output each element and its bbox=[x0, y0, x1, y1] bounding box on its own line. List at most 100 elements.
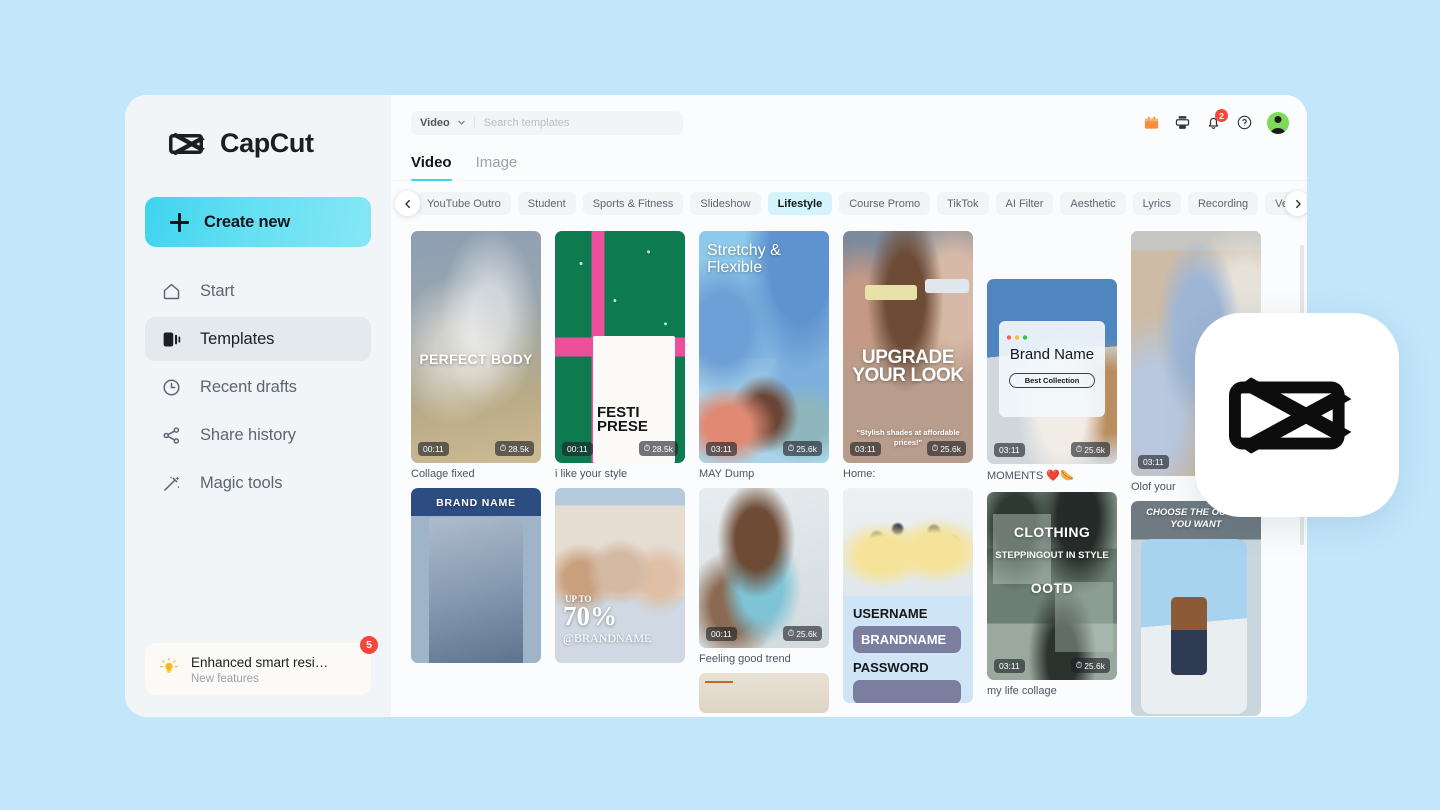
template-thumbnail[interactable]: BRAND NAME bbox=[411, 488, 541, 663]
template-thumbnail[interactable]: CLOTHING STEPPINGOUT IN STYLE OOTD 03:11… bbox=[987, 492, 1117, 680]
help-circle-icon[interactable] bbox=[1236, 114, 1253, 131]
bell-icon[interactable]: 2 bbox=[1205, 114, 1222, 131]
sidebar-item-magic-tools[interactable]: Magic tools bbox=[145, 461, 371, 505]
template-card[interactable]: UPGRADE YOUR LOOK "Stylish shades at aff… bbox=[843, 231, 973, 480]
search-divider bbox=[474, 117, 475, 129]
promo-badge: 5 bbox=[360, 636, 378, 654]
template-card[interactable] bbox=[699, 673, 829, 713]
chevron-right-icon[interactable] bbox=[1285, 191, 1307, 216]
duration-badge: 03:11 bbox=[706, 442, 737, 456]
grid-column: PERFECT BODY 00:11 ⏱28.5k Collage fixed … bbox=[411, 231, 541, 717]
template-thumbnail[interactable]: Stretchy & Flexible 03:11 ⏱25.6k bbox=[699, 231, 829, 463]
promo-subtitle: New features bbox=[191, 673, 328, 685]
template-thumbnail[interactable]: UPGRADE YOUR LOOK "Stylish shades at aff… bbox=[843, 231, 973, 463]
tab-image[interactable]: Image bbox=[476, 150, 518, 180]
template-title: Collage fixed bbox=[411, 468, 541, 480]
chip-course-promo[interactable]: Course Promo bbox=[839, 192, 930, 215]
template-thumbnail[interactable]: PERFECT BODY 00:11 ⏱28.5k bbox=[411, 231, 541, 463]
template-thumbnail[interactable]: UP TO 70% @BRANDNAME bbox=[555, 488, 685, 663]
sidebar-item-recent-drafts[interactable]: Recent drafts bbox=[145, 365, 371, 409]
chip-ai-filter[interactable]: AI Filter bbox=[996, 192, 1054, 215]
duration-badge: 03:11 bbox=[850, 442, 881, 456]
template-thumbnail[interactable] bbox=[699, 673, 829, 713]
template-thumbnail[interactable]: FESTI PRESE 00:11 ⏱28.5k bbox=[555, 231, 685, 463]
duration-badge: 00:11 bbox=[418, 442, 449, 456]
chevron-left-icon[interactable] bbox=[395, 191, 420, 216]
template-card[interactable]: 00:11 ⏱25.6k Feeling good trend bbox=[699, 488, 829, 665]
sidebar-item-start[interactable]: Start bbox=[145, 269, 371, 313]
capcut-logo-icon bbox=[169, 131, 209, 157]
template-thumbnail[interactable]: USERNAME BRANDNAME PASSWORD bbox=[843, 488, 973, 703]
thumbnail-overlay-text: Brand Name bbox=[1001, 346, 1103, 363]
chip-lifestyle[interactable]: Lifestyle bbox=[768, 192, 833, 215]
sidebar-item-share-history[interactable]: Share history bbox=[145, 413, 371, 457]
brand-name: CapCut bbox=[220, 128, 314, 159]
template-card[interactable]: FESTI PRESE 00:11 ⏱28.5k i like your sty… bbox=[555, 231, 685, 480]
template-card[interactable]: CHOOSE THE OUTFIT YOU WANT bbox=[1131, 501, 1261, 716]
category-chips[interactable]: YouTube Outro Student Sports & Fitness S… bbox=[391, 192, 1307, 215]
content-type-tabs: Video Image bbox=[391, 150, 1307, 181]
chip-youtube-outro[interactable]: YouTube Outro bbox=[417, 192, 511, 215]
duration-badge: 03:11 bbox=[994, 443, 1025, 457]
topbar-actions: 2 bbox=[1143, 112, 1289, 134]
grid-column: Brand Name Best Collection 03:11 ⏱25.6k … bbox=[987, 279, 1117, 717]
duration-badge: 00:11 bbox=[562, 442, 593, 456]
plays-badge: ⏱25.6k bbox=[1071, 442, 1110, 457]
thumbnail-overlay-text: Stretchy & Flexible bbox=[707, 243, 821, 277]
chip-tiktok[interactable]: TikTok bbox=[937, 192, 988, 215]
template-thumbnail[interactable]: Brand Name Best Collection 03:11 ⏱25.6k bbox=[987, 279, 1117, 464]
template-card[interactable]: CLOTHING STEPPINGOUT IN STYLE OOTD 03:11… bbox=[987, 492, 1117, 697]
search-bar[interactable]: Video bbox=[411, 111, 683, 135]
templates-icon bbox=[159, 327, 183, 351]
chip-student[interactable]: Student bbox=[518, 192, 576, 215]
template-card[interactable]: Brand Name Best Collection 03:11 ⏱25.6k … bbox=[987, 279, 1117, 482]
plays-badge: ⏱28.5k bbox=[495, 441, 534, 456]
thumbnail-overlay-text: BRAND NAME bbox=[411, 497, 541, 509]
template-thumbnail[interactable]: 00:11 ⏱25.6k bbox=[699, 488, 829, 648]
thumbnail-overlay-password: PASSWORD bbox=[853, 660, 973, 675]
thumbnail-overlay-text: PERFECT BODY bbox=[411, 351, 541, 367]
duration-badge: 00:11 bbox=[706, 627, 737, 641]
sidebar-item-templates[interactable]: Templates bbox=[145, 317, 371, 361]
template-card[interactable]: USERNAME BRANDNAME PASSWORD bbox=[843, 488, 973, 703]
sidebar-item-label: Start bbox=[200, 282, 234, 301]
printer-icon[interactable] bbox=[1174, 114, 1191, 131]
promo-card[interactable]: Enhanced smart resi… New features 5 bbox=[145, 643, 371, 695]
create-new-button[interactable]: Create new bbox=[145, 197, 371, 247]
gift-bag-icon[interactable] bbox=[1143, 114, 1160, 131]
thumbnail-overlay-text: FESTI PRESE bbox=[597, 406, 683, 435]
sidebar-item-label: Magic tools bbox=[200, 474, 282, 493]
template-title: MAY Dump bbox=[699, 468, 829, 480]
search-input[interactable] bbox=[484, 117, 674, 129]
plays-badge: ⏱25.6k bbox=[783, 626, 822, 641]
chevron-down-icon[interactable] bbox=[457, 114, 466, 132]
capcut-app-window: CapCut Create new Start bbox=[125, 95, 1307, 717]
topbar: Video bbox=[391, 95, 1307, 150]
template-title: Home: bbox=[843, 468, 973, 480]
share-icon bbox=[159, 423, 183, 447]
template-card[interactable]: UP TO 70% @BRANDNAME bbox=[555, 488, 685, 663]
plays-badge: ⏱25.6k bbox=[1071, 658, 1110, 673]
chip-slideshow[interactable]: Slideshow bbox=[690, 192, 760, 215]
magic-wand-icon bbox=[159, 471, 183, 495]
chip-lyrics[interactable]: Lyrics bbox=[1133, 192, 1181, 215]
template-card[interactable]: PERFECT BODY 00:11 ⏱28.5k Collage fixed bbox=[411, 231, 541, 480]
home-icon bbox=[159, 279, 183, 303]
templates-grid[interactable]: PERFECT BODY 00:11 ⏱28.5k Collage fixed … bbox=[391, 231, 1307, 717]
brand: CapCut bbox=[145, 95, 371, 159]
chip-recording[interactable]: Recording bbox=[1188, 192, 1258, 215]
chip-aesthetic[interactable]: Aesthetic bbox=[1060, 192, 1125, 215]
template-card[interactable]: Stretchy & Flexible 03:11 ⏱25.6k MAY Dum… bbox=[699, 231, 829, 480]
template-thumbnail[interactable]: CHOOSE THE OUTFIT YOU WANT bbox=[1131, 501, 1261, 716]
tab-video[interactable]: Video bbox=[411, 150, 452, 180]
thumbnail-overlay-small: BRANDNAME bbox=[861, 632, 973, 647]
template-title: i like your style bbox=[555, 468, 685, 480]
thumbnail-overlay-text: USERNAME bbox=[853, 606, 973, 621]
user-avatar[interactable] bbox=[1267, 112, 1289, 134]
sidebar-item-label: Share history bbox=[200, 426, 296, 445]
chip-sports-fitness[interactable]: Sports & Fitness bbox=[583, 192, 684, 215]
template-card[interactable]: BRAND NAME bbox=[411, 488, 541, 663]
search-type-label[interactable]: Video bbox=[420, 117, 450, 129]
plays-badge: ⏱28.5k bbox=[639, 441, 678, 456]
template-title: Feeling good trend bbox=[699, 653, 829, 665]
